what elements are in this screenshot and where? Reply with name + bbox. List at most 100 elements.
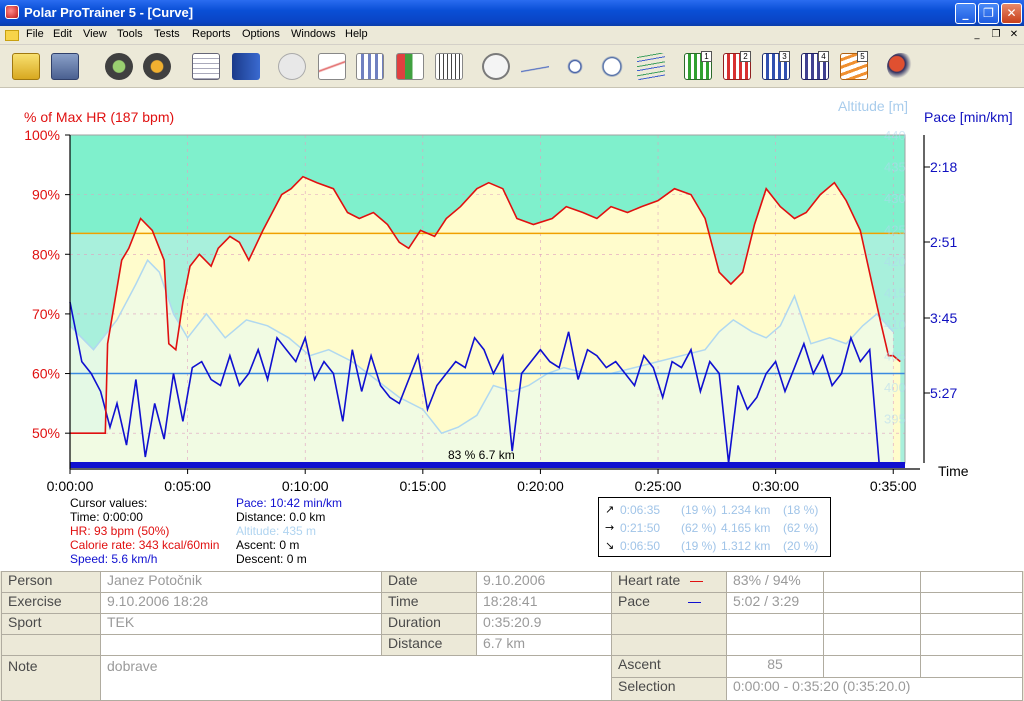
- exercise-2-button[interactable]: 2: [720, 50, 754, 83]
- empty-label-row4b: [611, 634, 727, 656]
- close-button[interactable]: ✕: [1001, 3, 1022, 24]
- time-tick-label: 0:00:00: [47, 478, 94, 494]
- mdi-restore-button[interactable]: ❐: [989, 28, 1003, 42]
- ascent-label: Ascent: [611, 655, 727, 678]
- hr-tick-label: 70%: [32, 306, 60, 322]
- zone-below-row: ↘ 0:06:50 (19 %) 1.312 km (20 %): [599, 539, 831, 556]
- mdi-minimize-button[interactable]: _: [970, 28, 984, 42]
- menu-help[interactable]: Help: [345, 28, 368, 40]
- table-view-button[interactable]: [432, 50, 466, 83]
- save-button[interactable]: [48, 50, 82, 83]
- pace-label: Pace: [611, 592, 727, 614]
- menu-tools[interactable]: Tools: [117, 28, 143, 40]
- heart-rate-legend-icon: [690, 580, 704, 582]
- time-speed-button[interactable]: [595, 50, 629, 83]
- cursor-hr: HR: 93 bpm (50%): [70, 524, 170, 538]
- sync-settings-button[interactable]: [140, 50, 174, 83]
- note-value[interactable]: dobrave: [100, 655, 612, 701]
- sync-button[interactable]: [102, 50, 136, 83]
- sport-label: Sport: [1, 613, 101, 635]
- exercise-1-number: 1: [701, 51, 712, 62]
- heart-rate-value: 83% / 94%: [726, 571, 824, 593]
- altitude-tick-label: 415: [884, 286, 906, 301]
- cursor-values-panel: Cursor values: Time: 0:00:00 HR: 93 bpm …: [0, 496, 600, 568]
- zone-in-time: 0:21:50: [620, 521, 661, 535]
- duration-label: Duration: [381, 613, 477, 635]
- minimize-button[interactable]: _: [955, 3, 976, 24]
- pace-tick-label: 2:18: [930, 159, 957, 175]
- polar-app-icon[interactable]: [5, 5, 19, 19]
- restore-button[interactable]: ❐: [978, 3, 999, 24]
- time-label: Time: [381, 592, 477, 614]
- duration-value: 0:35:20.9: [476, 613, 612, 635]
- cursor-time: Time: 0:00:00: [70, 510, 143, 524]
- menu-tests[interactable]: Tests: [154, 28, 180, 40]
- curve-view-button[interactable]: [315, 50, 349, 83]
- time-axis-title: Time: [938, 463, 969, 479]
- menu-options[interactable]: Options: [242, 28, 280, 40]
- exercise-1-button[interactable]: 1: [681, 50, 715, 83]
- empty-label-row4: [1, 634, 101, 656]
- altitude-tick-label: 425: [884, 223, 906, 238]
- menu-view[interactable]: View: [83, 28, 107, 40]
- document-icon[interactable]: [5, 30, 19, 41]
- mdi-close-button[interactable]: ✕: [1007, 28, 1021, 42]
- hr-tick-label: 90%: [32, 187, 60, 203]
- altitude-tick-label: 405: [884, 349, 906, 364]
- open-button[interactable]: [9, 50, 43, 83]
- menu-edit[interactable]: Edit: [53, 28, 72, 40]
- info-marker-button[interactable]: [558, 50, 592, 83]
- column-view-button[interactable]: [353, 50, 387, 83]
- multi-curve-button[interactable]: [634, 50, 668, 83]
- cursor-pace: Pace: 10:42 min/km: [236, 496, 343, 510]
- empty-extra-row3: [823, 613, 921, 635]
- zone-in-distance-pct: (62 %): [783, 521, 819, 535]
- zone-below-arrow-icon: ↘: [605, 539, 615, 552]
- exercise-5-button[interactable]: 5: [837, 50, 871, 83]
- time-tick-label: 0:30:00: [752, 478, 799, 494]
- empty-value-row3: [726, 613, 824, 635]
- messages-icon: [278, 53, 306, 80]
- heart-rate-extra-2: [920, 571, 1023, 593]
- menu-file[interactable]: File: [26, 28, 44, 40]
- altitude-tick-label: 420: [884, 254, 906, 269]
- ascent-value: 85: [726, 655, 824, 678]
- curve-chart[interactable]: 0:00:00 0:05:00 0:10:00 0:15:00 0:20:00 0:25:…: [0, 88, 1024, 498]
- info-curve-button[interactable]: [518, 50, 552, 83]
- messages-button[interactable]: [275, 50, 309, 83]
- menu-windows[interactable]: Windows: [291, 28, 336, 40]
- time-tick-label: 0:20:00: [517, 478, 564, 494]
- altitude-tick-label: 400: [884, 380, 906, 395]
- zoom-button[interactable]: [479, 50, 513, 83]
- person-value[interactable]: Janez Potočnik: [100, 571, 382, 593]
- zones-view-button[interactable]: [393, 50, 427, 83]
- selection-value[interactable]: 0:00:00 - 0:35:20 (0:35:20.0): [726, 677, 1023, 701]
- diary-button[interactable]: [229, 50, 263, 83]
- time-tick-label: 0:25:00: [635, 478, 682, 494]
- date-value: 9.10.2006: [476, 571, 612, 593]
- zone-below-distance-pct: (20 %): [783, 539, 819, 553]
- exercise-4-button[interactable]: 4: [798, 50, 832, 83]
- curve-icon: [318, 53, 346, 80]
- settings-sync-icon: [143, 53, 171, 80]
- heart-rate-label-text: Heart rate: [618, 572, 681, 588]
- selection-label: Selection: [611, 677, 727, 701]
- calendar-button[interactable]: [189, 50, 223, 83]
- exercise-4-number: 4: [818, 51, 829, 62]
- save-disk-icon: [51, 53, 79, 80]
- menu-reports[interactable]: Reports: [192, 28, 231, 40]
- cursor-descent: Descent: 0 m: [236, 552, 307, 566]
- person-label: Person: [1, 571, 101, 593]
- zone-in-row: → 0:21:50 (62 %) 4.165 km (62 %): [599, 521, 831, 538]
- pace-tick-label: 3:45: [930, 310, 957, 326]
- title-bar: Polar ProTrainer 5 - [Curve] _ ❐ ✕: [0, 0, 1024, 26]
- calendar-icon: [192, 53, 220, 80]
- multi-curve-icon: [637, 53, 665, 80]
- exercise-3-button[interactable]: 3: [759, 50, 793, 83]
- zoom-1-1-icon: [482, 53, 510, 80]
- distance-value: 6.7 km: [476, 634, 612, 656]
- sport-value[interactable]: TEK: [100, 613, 382, 635]
- users-button[interactable]: [884, 50, 918, 83]
- exercise-value[interactable]: 9.10.2006 18:28: [100, 592, 382, 614]
- zone-in-distance: 4.165 km: [721, 521, 771, 535]
